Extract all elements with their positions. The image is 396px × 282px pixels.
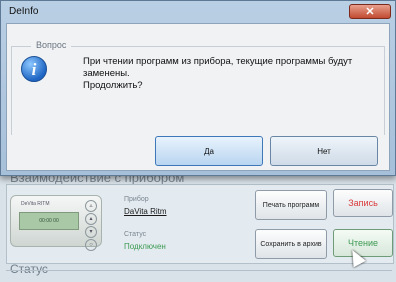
message-line: При чтении программ из прибора, текущие … xyxy=(83,56,353,79)
confirm-dialog: DeInfo ✕ Вопрос i При чтении программ из… xyxy=(0,0,396,176)
device-label: Прибор xyxy=(124,196,149,203)
close-icon[interactable]: ✕ xyxy=(349,4,391,19)
device-brand-text: DeVita RITM xyxy=(21,201,50,207)
status-label: Статус xyxy=(124,231,147,238)
write-button[interactable]: Запись xyxy=(333,189,393,217)
print-programs-button[interactable]: Печать программ xyxy=(255,190,327,220)
yes-button[interactable]: Да xyxy=(155,136,263,166)
status-section-title: Статус xyxy=(10,262,48,276)
device-key-icon: ▾ xyxy=(85,226,97,238)
save-to-archive-button[interactable]: Сохранить в архив xyxy=(255,229,327,259)
device-keys: ▵ ▴ ▾ ○ xyxy=(85,200,97,252)
device-key-icon: ○ xyxy=(85,239,97,251)
question-group-legend: Вопрос xyxy=(31,40,72,50)
info-icon: i xyxy=(21,56,47,82)
device-key-icon: ▵ xyxy=(85,200,97,212)
dialog-title: DeInfo xyxy=(9,6,39,17)
status-divider xyxy=(6,270,392,271)
no-button[interactable]: Нет xyxy=(270,136,378,166)
status-value: Подключен xyxy=(124,242,166,251)
message-question: Продолжить? xyxy=(83,80,143,91)
device-image: DeVita RITM 00:00 00 ▵ ▴ ▾ ○ xyxy=(10,195,102,251)
device-name-link[interactable]: DaVita Ritm xyxy=(124,207,167,216)
dialog-body: Вопрос i При чтении программ из прибора,… xyxy=(6,23,390,171)
read-button[interactable]: Чтение xyxy=(333,229,393,257)
dialog-message: При чтении программ из прибора, текущие … xyxy=(83,56,383,92)
device-key-icon: ▴ xyxy=(85,213,97,225)
device-screen: 00:00 00 xyxy=(19,212,79,230)
